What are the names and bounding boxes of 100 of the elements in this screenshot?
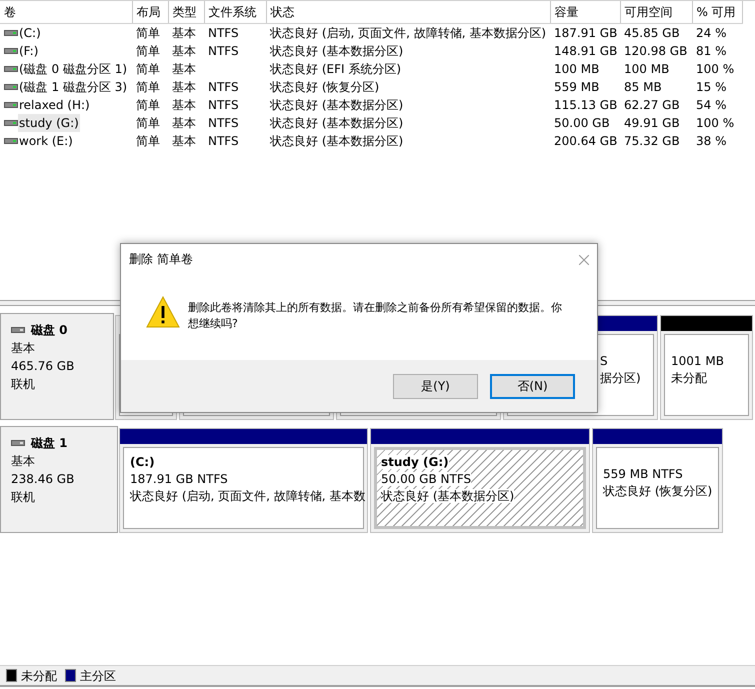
table-cell: 85 MB [624, 80, 662, 94]
table-cell: NTFS [208, 134, 239, 148]
partition-size: 187.91 GB NTFS [130, 472, 228, 486]
disk-name: 磁盘 0 [31, 322, 68, 339]
table-cell: 50.00 GB [554, 116, 610, 130]
column-header[interactable]: 文件系统 [204, 1, 266, 23]
partition-size: 1001 MB [671, 354, 724, 368]
table-cell: 简单 [136, 134, 160, 148]
table-cell: 简单 [136, 98, 160, 112]
drive-icon [4, 28, 18, 36]
partition-status: 据分区) [600, 371, 641, 385]
column-header[interactable]: % 可用 [692, 1, 742, 23]
partition-box[interactable]: 1001 MB 未分配 [664, 334, 749, 416]
table-cell: 基本 [172, 62, 196, 76]
table-cell: 基本 [172, 134, 196, 148]
partition-status: 状态良好 (启动, 页面文件, 故障转储, 基本数 [130, 489, 366, 503]
table-cell: 简单 [136, 116, 160, 130]
table-cell: NTFS [208, 98, 239, 112]
table-cell: 状态良好 (基本数据分区) [270, 98, 404, 112]
drive-icon [4, 82, 18, 90]
table-cell: 状态良好 (基本数据分区) [270, 44, 404, 58]
table-cell: 状态良好 (基本数据分区) [270, 116, 404, 130]
table-cell: 100 MB [554, 62, 600, 76]
table-cell: 45.85 GB [624, 26, 680, 40]
partition-name: study (G:) [381, 455, 449, 469]
partition-size: 50.00 GB NTFS [381, 472, 472, 486]
table-cell: 100 % [696, 116, 734, 130]
table-cell: 100 MB [624, 62, 670, 76]
table-cell: 基本 [172, 80, 196, 94]
table-cell: NTFS [208, 44, 239, 58]
table-cell: 200.64 GB [554, 134, 618, 148]
column-header[interactable]: 类型 [168, 1, 204, 23]
disk-size: 238.46 GB [11, 471, 76, 488]
dialog-button[interactable]: 否(N) [490, 374, 575, 398]
table-cell: 状态良好 (恢复分区) [270, 80, 380, 94]
table-cell: 54 % [696, 98, 726, 112]
partition-status: 状态良好 (基本数据分区) [381, 489, 514, 503]
drive-icon [4, 46, 18, 54]
partition-size: 559 MB NTFS [603, 467, 683, 481]
column-header[interactable]: 可用空间 [620, 1, 692, 23]
table-cell: 120.98 GB [624, 44, 688, 58]
table-cell: 状态良好 (基本数据分区) [270, 134, 404, 148]
table-cell: 状态良好 (启动, 页面文件, 故障转储, 基本数据分区) [270, 26, 546, 40]
table-cell: NTFS [208, 116, 239, 130]
table-cell: NTFS [208, 80, 239, 94]
dialog-button[interactable]: 是(Y) [393, 374, 478, 398]
table-cell: 148.91 GB [554, 44, 618, 58]
partition-box[interactable]: study (G:) 50.00 GB NTFS 状态良好 (基本数据分区) [374, 447, 586, 529]
table-cell: 简单 [136, 62, 160, 76]
volume-name[interactable]: (F:) [18, 42, 40, 60]
legend-label: 未分配 [21, 668, 57, 684]
table-cell: 100 % [696, 62, 734, 76]
volume-name[interactable]: relaxed (H:) [18, 96, 91, 114]
warning-icon [146, 296, 180, 328]
column-header[interactable]: 卷 [0, 1, 132, 23]
column-header[interactable]: 容量 [550, 1, 620, 23]
table-cell: 基本 [172, 44, 196, 58]
volume-name[interactable]: (磁盘 0 磁盘分区 1) [18, 60, 128, 78]
drive-icon [4, 136, 18, 144]
table-cell: 基本 [172, 116, 196, 130]
column-header[interactable]: 布局 [132, 1, 168, 23]
table-cell: NTFS [208, 26, 239, 40]
table-cell: 状态良好 (EFI 系统分区) [270, 62, 402, 76]
drive-icon [4, 100, 18, 108]
column-header[interactable]: 状态 [266, 1, 550, 23]
table-cell: 基本 [172, 26, 196, 40]
table-cell: 24 % [696, 26, 726, 40]
disk-type: 基本 [11, 340, 36, 357]
disk-size: 465.76 GB [11, 358, 76, 375]
table-cell: 简单 [136, 80, 160, 94]
volume-name[interactable]: (磁盘 1 磁盘分区 3) [18, 78, 128, 96]
table-cell: 基本 [172, 98, 196, 112]
table-cell: 187.91 GB [554, 26, 618, 40]
table-cell: 简单 [136, 44, 160, 58]
table-cell: 38 % [696, 134, 726, 148]
table-cell: 49.91 GB [624, 116, 680, 130]
table-cell: 62.27 GB [624, 98, 680, 112]
dialog-title: 删除 简单卷 [129, 251, 193, 268]
table-cell: 559 MB [554, 80, 600, 94]
partition-status: 状态良好 (恢复分区) [603, 484, 712, 498]
volume-name[interactable]: work (E:) [18, 132, 74, 150]
partition-box[interactable]: (C:) 187.91 GB NTFS 状态良好 (启动, 页面文件, 故障转储, 基本数 [123, 447, 364, 529]
volume-name[interactable]: (C:) [18, 24, 42, 42]
disk-status: 联机 [11, 376, 36, 393]
partition-box[interactable]: 559 MB NTFS 状态良好 (恢复分区) [596, 447, 719, 529]
table-cell: 115.13 GB [554, 98, 618, 112]
disk-type: 基本 [11, 453, 36, 470]
drive-icon [4, 118, 18, 126]
drive-icon [4, 64, 18, 72]
volume-name[interactable]: study (G:) [18, 114, 80, 132]
partition-size: S [600, 354, 608, 368]
partition-name: (C:) [130, 455, 155, 469]
table-cell: 75.32 GB [624, 134, 680, 148]
table-cell: 81 % [696, 44, 726, 58]
table-cell: 简单 [136, 26, 160, 40]
disk-name: 磁盘 1 [31, 435, 68, 452]
legend-label: 主分区 [80, 668, 116, 684]
dialog-message: 删除此卷将清除其上的所有数据。请在删除之前备份所有希望保留的数据。你想继续吗? [188, 300, 563, 332]
disk-status: 联机 [11, 489, 36, 506]
partition-status: 未分配 [671, 371, 707, 385]
